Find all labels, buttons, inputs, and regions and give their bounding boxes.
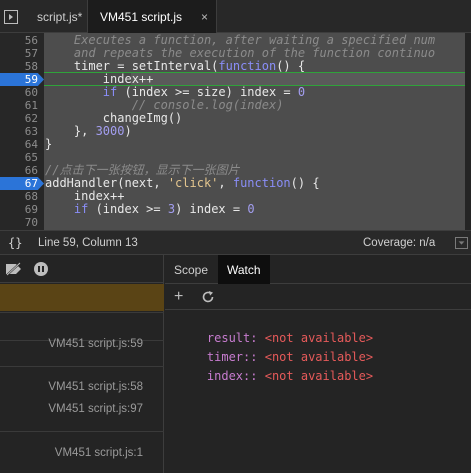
code-line[interactable]: 69 if (index >= 3) index = 0	[0, 202, 465, 217]
code-text: }	[45, 137, 53, 151]
call-frame[interactable]: VM451 script.js:1	[55, 447, 143, 459]
editor-scrollbar[interactable]	[465, 33, 471, 230]
line-number[interactable]: 68	[0, 190, 38, 203]
tab-watch[interactable]: Watch	[218, 255, 270, 284]
watch-toolbar: +	[165, 285, 471, 310]
line-number[interactable]: 62	[0, 112, 38, 125]
sidebar-tabs: Scope Watch	[165, 255, 471, 284]
editor-tab-bar: script.js* VM451 script.js ×	[0, 0, 471, 33]
line-number[interactable]: 64	[0, 138, 38, 151]
navigator-toggle-icon[interactable]	[4, 10, 18, 24]
tab-label: VM451 script.js	[100, 10, 183, 24]
coverage-status: Coverage: n/a	[363, 237, 436, 249]
watch-expression[interactable]: index:: <not available>	[178, 355, 373, 397]
pretty-print-icon[interactable]: {}	[8, 236, 22, 250]
watch-name: index::	[206, 369, 258, 383]
code-text: if (index >= 3) index = 0	[73, 202, 255, 216]
debugger-sidebar: Scope Watch + result: <not available> ti…	[165, 255, 471, 473]
line-number[interactable]: 60	[0, 86, 38, 99]
line-number[interactable]: 70	[0, 216, 38, 229]
watch-value: <not available>	[264, 369, 374, 383]
divider	[0, 431, 164, 432]
code-editor[interactable]: 56 Executes a function, after waiting a …	[0, 33, 465, 230]
editor-status-bar: {} Line 59, Column 13 Coverage: n/a	[0, 230, 471, 255]
line-number[interactable]: 65	[0, 151, 38, 164]
pause-on-exceptions-icon[interactable]	[34, 262, 48, 276]
divider	[0, 312, 164, 313]
refresh-icon[interactable]	[201, 290, 215, 304]
close-tab-icon[interactable]: ×	[201, 0, 208, 35]
code-line[interactable]: 63 }, 3000)	[0, 124, 465, 139]
line-number[interactable]: 66	[0, 164, 38, 177]
line-number[interactable]: 56	[0, 34, 38, 47]
debugger-toolbar	[0, 255, 164, 283]
code-text: }, 3000)	[45, 124, 132, 138]
add-expression-icon[interactable]: +	[174, 289, 183, 305]
line-number[interactable]: 61	[0, 99, 38, 112]
tab-scope[interactable]: Scope	[165, 255, 217, 284]
call-frame[interactable]: VM451 script.js:59	[48, 338, 143, 350]
call-frame[interactable]: VM451 script.js:58	[48, 381, 143, 393]
line-number[interactable]: 58	[0, 60, 38, 73]
divider	[0, 366, 164, 367]
call-frame[interactable]: VM451 script.js:97	[48, 403, 143, 415]
tab-vm451-script-js[interactable]: VM451 script.js ×	[87, 0, 217, 33]
line-number[interactable]: 67	[0, 177, 38, 190]
debugger-call-stack-pane: VM451 script.js:59 VM451 script.js:58 VM…	[0, 255, 164, 473]
line-number[interactable]: 57	[0, 47, 38, 60]
line-number[interactable]: 69	[0, 203, 38, 216]
tab-script-js[interactable]: script.js*	[37, 0, 82, 33]
deactivate-breakpoints-icon[interactable]	[5, 262, 23, 276]
toggle-drawer-icon[interactable]	[455, 237, 468, 249]
code-line[interactable]: 64}	[0, 137, 465, 152]
paused-status-banner	[0, 284, 164, 311]
line-number[interactable]: 59	[0, 73, 38, 86]
line-number[interactable]: 63	[0, 125, 38, 138]
code-line[interactable]: 70	[0, 216, 465, 229]
cursor-position: Line 59, Column 13	[38, 237, 138, 249]
